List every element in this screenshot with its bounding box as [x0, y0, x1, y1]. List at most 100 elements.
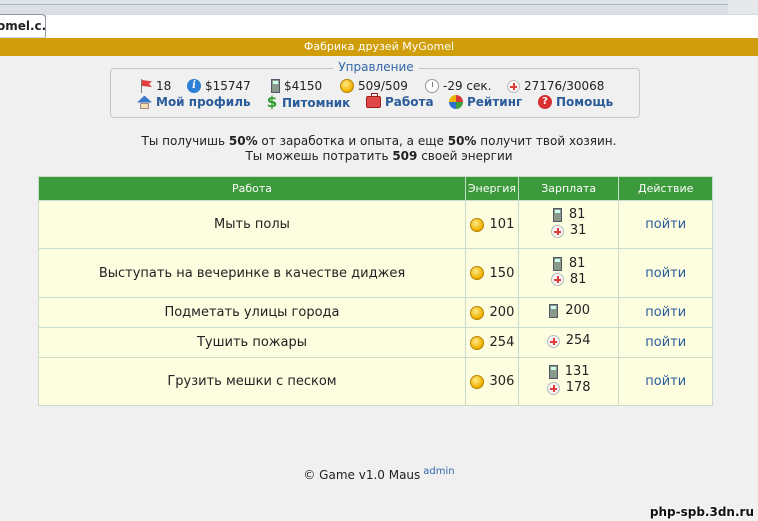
job-name: Мыть полы — [38, 200, 466, 249]
info-text: получит твой хозяин. — [476, 134, 617, 148]
nav-nursery-label: Питомник — [282, 95, 351, 110]
info-energy-value: 509 — [392, 149, 418, 163]
tab-strip-corner — [728, 0, 758, 14]
salary-money: 131 — [564, 364, 590, 380]
tab-strip-divider — [0, 4, 758, 5]
stat-bank: $4150 — [271, 77, 322, 95]
column-header-job: Работа — [38, 176, 466, 201]
home-icon — [137, 96, 152, 109]
salary: 200 — [517, 297, 620, 328]
energy-cost: 306 — [464, 357, 519, 406]
job-name: Тушить пожары — [38, 327, 466, 358]
go-link[interactable]: пойти — [645, 305, 686, 320]
salary-money: 81 — [568, 255, 586, 271]
health-icon — [507, 79, 520, 93]
calculator-icon — [271, 79, 280, 93]
energy-coin-icon — [340, 79, 354, 93]
stat-cash-value: $15747 — [205, 79, 251, 93]
info-icon: i — [187, 79, 201, 93]
globe-icon — [449, 95, 463, 109]
go-link[interactable]: пойти — [645, 217, 686, 232]
table-row: Грузить мешки с песком 306 131 178 пойти — [38, 357, 713, 406]
energy-cost: 254 — [464, 327, 519, 358]
action-cell: пойти — [618, 357, 713, 406]
salary-money: 81 — [568, 207, 586, 223]
nav-work[interactable]: Работа — [366, 93, 434, 109]
energy-value: 306 — [489, 374, 515, 389]
health-icon — [550, 224, 564, 238]
info-text: Ты можешь потратить — [245, 149, 393, 163]
nav-profile[interactable]: Мой профиль — [137, 95, 251, 109]
copyright-text: © Game v1.0 Maus — [303, 468, 421, 482]
page-title: Фабрика друзей MyGomel — [0, 38, 758, 56]
jobs-table: Работа Энергия Зарплата Действие Мыть по… — [38, 176, 713, 406]
stat-energy-value: 509/509 — [358, 79, 408, 93]
table-row: Выступать на вечеринке в качестве диджея… — [38, 248, 713, 298]
calculator-icon — [549, 304, 559, 318]
job-name: Подметать улицы города — [38, 297, 466, 328]
stat-level-value: 18 — [156, 79, 172, 93]
action-cell: пойти — [618, 248, 713, 298]
salary: 81 81 — [517, 248, 620, 298]
go-link[interactable]: пойти — [645, 374, 686, 389]
footer: © Game v1.0 Maus admin — [0, 466, 758, 482]
nav-profile-label: Мой профиль — [156, 95, 251, 109]
column-header-action: Действие — [618, 176, 713, 201]
salary-money: 200 — [565, 303, 591, 318]
go-link[interactable]: пойти — [645, 335, 686, 350]
stat-timer-value: -29 сек. — [443, 79, 492, 93]
action-cell: пойти — [618, 297, 713, 328]
info-text: от заработка и опыта, а еще — [257, 134, 448, 148]
nav-help[interactable]: ? Помощь — [538, 95, 613, 109]
tab-strip-bar — [46, 14, 758, 38]
health-icon — [546, 334, 560, 348]
column-header-salary: Зарплата — [517, 176, 620, 201]
job-name: Грузить мешки с песком — [38, 357, 466, 406]
nav-work-label: Работа — [385, 95, 434, 109]
energy-value: 254 — [489, 335, 515, 350]
salary: 131 178 — [517, 357, 620, 406]
nav-rating-label: Рейтинг — [467, 95, 523, 109]
salary: 254 — [517, 327, 620, 358]
admin-link[interactable]: admin — [423, 466, 454, 477]
browser-tab[interactable]: omel.c... — [0, 14, 46, 37]
energy-value: 200 — [489, 305, 515, 320]
calculator-icon — [552, 208, 562, 223]
salary-health: 31 — [569, 223, 587, 239]
energy-coin-icon — [469, 266, 484, 280]
action-cell: пойти — [618, 200, 713, 249]
energy-cost: 101 — [464, 200, 519, 249]
table-row: Тушить пожары 254 254 пойти — [38, 327, 713, 358]
energy-info: Ты можешь потратить 509 своей энергии — [0, 149, 758, 164]
job-name: Выступать на вечеринке в качестве диджея — [38, 248, 466, 298]
salary-health: 254 — [565, 333, 591, 349]
nav-help-label: Помощь — [556, 95, 614, 109]
briefcase-icon — [366, 93, 381, 108]
energy-cost: 150 — [464, 248, 519, 298]
info-percent-owner: 50% — [447, 134, 477, 148]
energy-cost: 200 — [464, 297, 519, 328]
stat-health: 27176/30068 — [507, 77, 604, 95]
energy-coin-icon — [469, 305, 484, 320]
nav-rating[interactable]: Рейтинг — [449, 95, 522, 109]
info-percent-own: 50% — [228, 134, 258, 148]
flag-icon — [140, 79, 152, 93]
go-link[interactable]: пойти — [645, 266, 686, 281]
nav-nursery[interactable]: $ Питомник — [266, 93, 351, 111]
watermark: php-spb.3dn.ru — [649, 505, 754, 519]
energy-coin-icon — [469, 335, 484, 350]
stat-level: 18 — [140, 77, 171, 95]
control-panel-legend: Управление — [333, 60, 419, 74]
earnings-info: Ты получишь 50% от заработка и опыта, а … — [0, 134, 758, 149]
stat-cash: i $15747 — [187, 77, 251, 95]
browser-tab-strip: omel.c... — [0, 0, 758, 40]
health-icon — [550, 273, 564, 287]
help-icon: ? — [538, 95, 552, 109]
calculator-icon — [552, 256, 562, 271]
calculator-icon — [548, 365, 558, 380]
salary: 81 31 — [517, 200, 620, 249]
table-row: Мыть полы 101 81 31 пойти — [38, 200, 713, 249]
dollar-icon: $ — [266, 93, 278, 111]
clock-icon — [425, 79, 439, 93]
table-row: Подметать улицы города 200 200 пойти — [38, 297, 713, 328]
